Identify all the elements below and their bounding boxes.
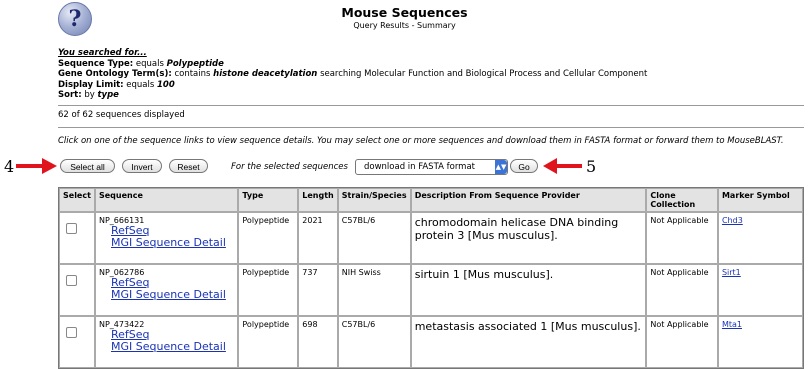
dropdown-arrow-icon: ▲▼ <box>495 160 507 174</box>
search-sort: Sort: by type <box>58 90 119 100</box>
action-select[interactable]: download in FASTA format ▲▼ <box>355 159 508 175</box>
mgi-sequence-detail-link[interactable]: MGI Sequence Detail <box>111 237 234 249</box>
length-cell: 698 <box>298 316 338 368</box>
table-header-row: Select Sequence Type Length Strain/Speci… <box>59 188 803 212</box>
for-selected-label: For the selected sequences <box>231 162 348 172</box>
select-all-button[interactable]: Select all <box>60 159 115 173</box>
instructions-text: Click on one of the sequence links to vi… <box>58 136 784 146</box>
strain-cell: NIH Swiss <box>337 264 411 316</box>
col-header-select: Select <box>59 188 95 212</box>
reset-button[interactable]: Reset <box>169 159 208 173</box>
clone-cell: Not Applicable <box>646 212 718 264</box>
clone-cell: Not Applicable <box>646 316 718 368</box>
mgi-sequence-detail-link[interactable]: MGI Sequence Detail <box>111 341 234 353</box>
action-select-value: download in FASTA format <box>364 162 475 172</box>
col-header-sequence: Sequence <box>94 188 239 212</box>
description-cell: sirtuin 1 [Mus musculus]. <box>410 264 647 316</box>
search-display-limit: Display Limit: equals 100 <box>58 79 175 90</box>
go-button[interactable]: Go <box>510 159 538 173</box>
page-subtitle: Query Results - Summary <box>353 21 456 30</box>
row-checkbox[interactable] <box>66 327 77 338</box>
invert-button[interactable]: Invert <box>122 159 162 173</box>
marker-symbol-link[interactable]: Sirt1 <box>722 268 741 277</box>
divider <box>58 127 804 128</box>
length-cell: 737 <box>298 264 338 316</box>
description-cell: metastasis associated 1 [Mus musculus]. <box>410 316 647 368</box>
page-title: Mouse Sequences <box>341 5 468 20</box>
mgi-sequence-detail-link[interactable]: MGI Sequence Detail <box>111 289 234 301</box>
divider <box>58 105 804 106</box>
table-row: NP_473422 RefSeq MGI Sequence Detail Poly… <box>59 316 803 368</box>
search-summary: You searched for... Sequence Type: equal… <box>58 48 647 101</box>
results-table: Select Sequence Type Length Strain/Speci… <box>58 187 804 369</box>
col-header-description: Description From Sequence Provider <box>410 188 647 212</box>
type-cell: Polypeptide <box>238 212 299 264</box>
strain-cell: C57BL/6 <box>337 212 411 264</box>
annotation-arrow-left <box>543 158 582 174</box>
col-header-length: Length <box>298 188 338 212</box>
col-header-marker: Marker Symbol <box>717 188 803 212</box>
length-cell: 2021 <box>298 212 338 264</box>
marker-symbol-link[interactable]: Chd3 <box>722 216 743 225</box>
annotation-number-5: 5 <box>586 157 597 176</box>
table-row: NP_062786 RefSeq MGI Sequence Detail Poly… <box>59 264 803 316</box>
type-cell: Polypeptide <box>238 264 299 316</box>
description-cell: chromodomain helicase DNA binding protei… <box>410 212 647 264</box>
search-go-term: Gene Ontology Term(s): contains histone … <box>58 69 648 79</box>
annotation-number-4: 4 <box>4 157 15 176</box>
row-checkbox[interactable] <box>66 223 77 234</box>
col-header-type: Type <box>238 188 299 212</box>
type-cell: Polypeptide <box>238 316 299 368</box>
search-seq-type: Sequence Type: equals Polypeptide <box>58 58 224 69</box>
search-heading: You searched for... <box>58 48 147 58</box>
col-header-strain: Strain/Species <box>337 188 411 212</box>
marker-symbol-link[interactable]: Mta1 <box>722 320 742 329</box>
col-header-clone: Clone Collection <box>646 188 718 212</box>
row-checkbox[interactable] <box>66 275 77 286</box>
strain-cell: C57BL/6 <box>337 316 411 368</box>
table-row: NP_666131 RefSeq MGI Sequence Detail Poly… <box>59 212 803 264</box>
annotation-arrow-right <box>16 158 57 174</box>
clone-cell: Not Applicable <box>646 264 718 316</box>
result-count: 62 of 62 sequences displayed <box>58 110 185 120</box>
